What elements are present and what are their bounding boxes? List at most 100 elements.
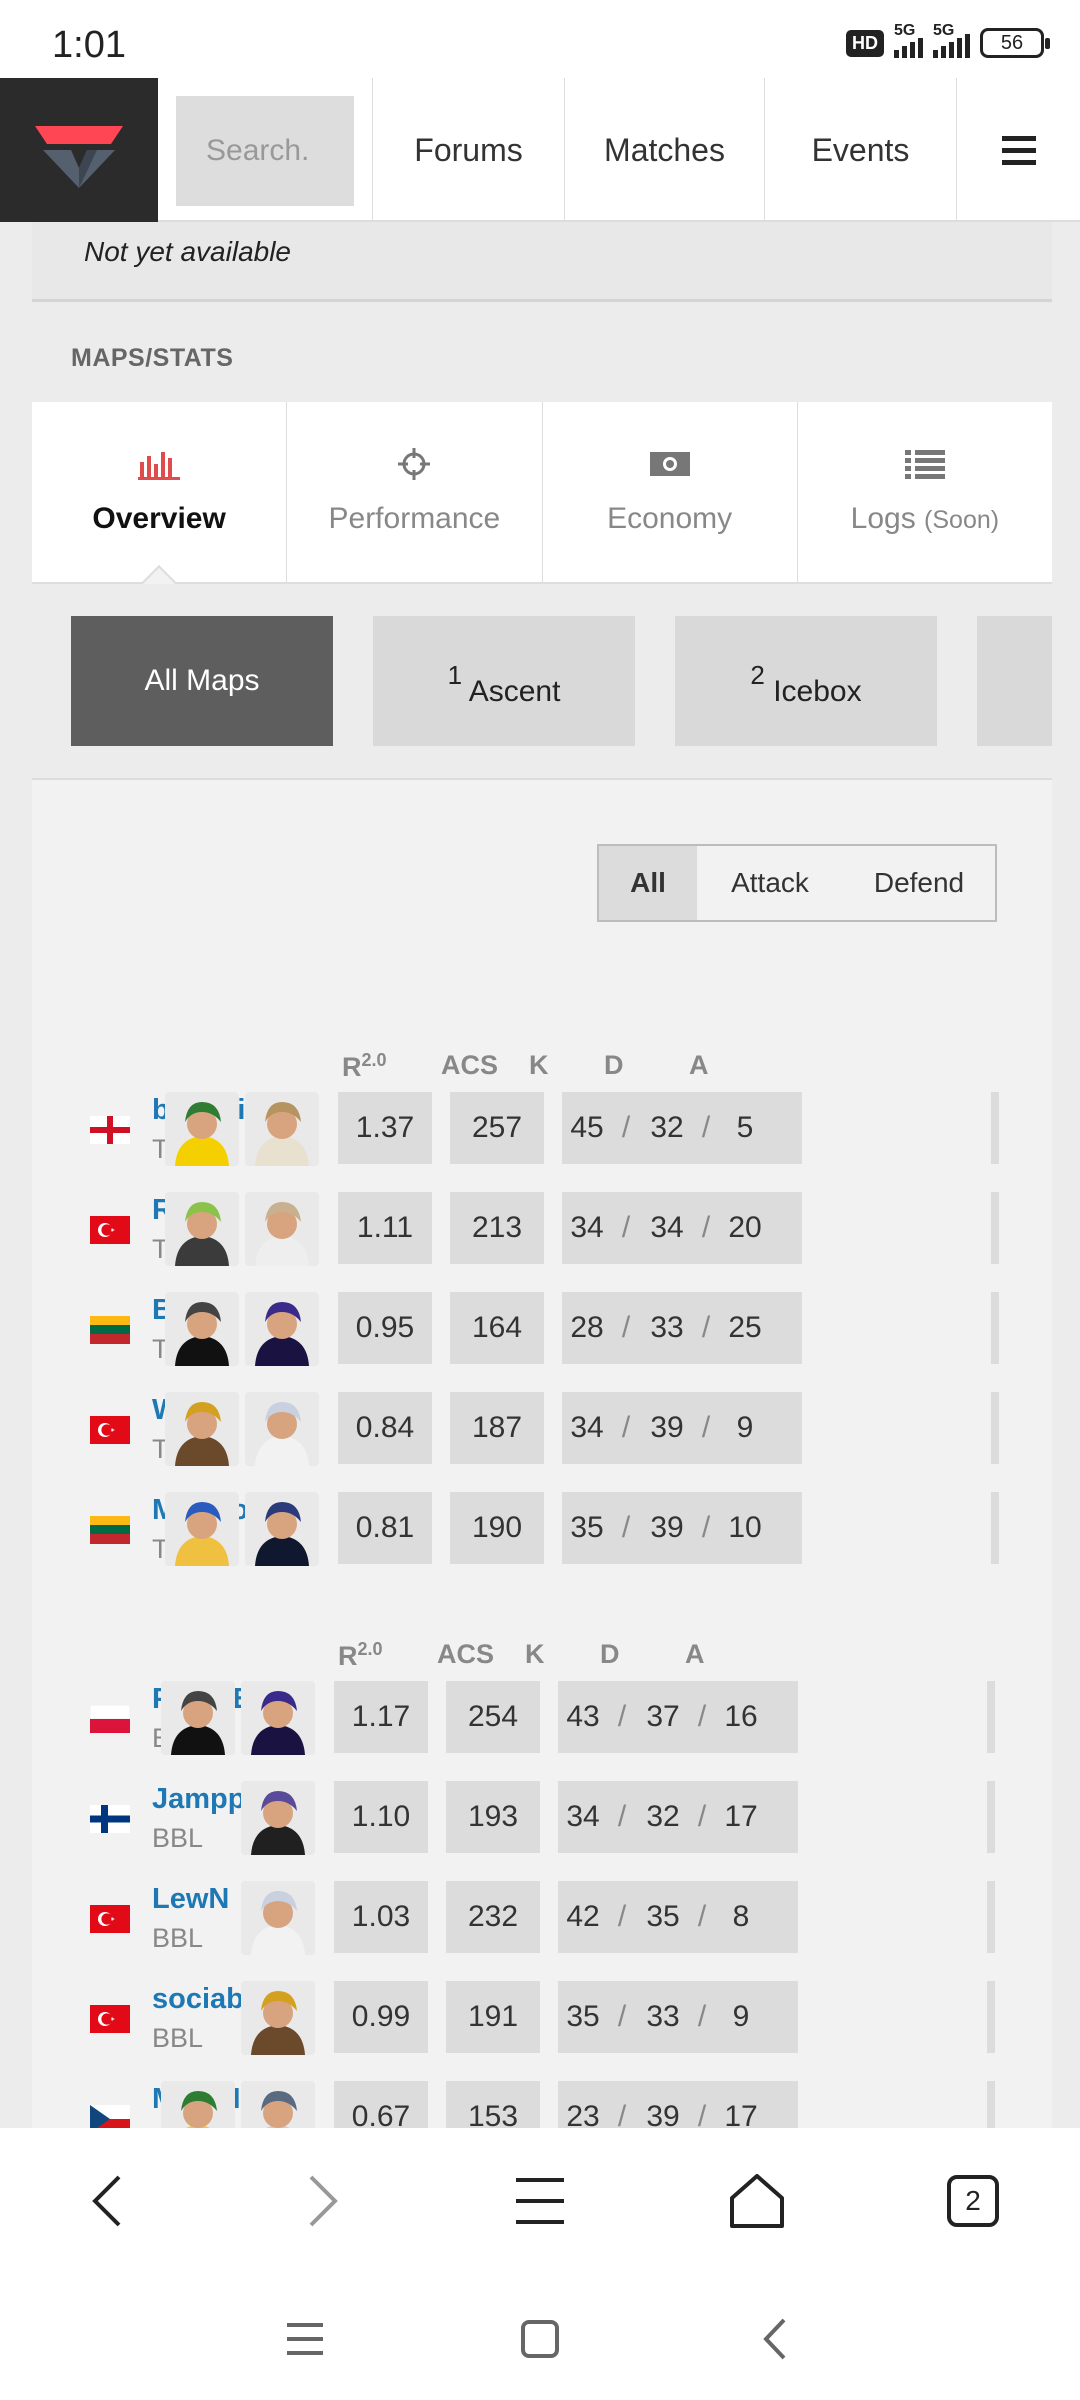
acs-cell: 193 (446, 1781, 540, 1853)
kills-value: 45 (570, 1111, 604, 1144)
tab-overview[interactable]: Overview (32, 402, 288, 582)
col-acs-text: ACS (437, 1639, 495, 1669)
row-overflow (991, 1092, 999, 1164)
tab-logs[interactable]: Logs (Soon) (798, 402, 1052, 582)
player-team: BBL (152, 1923, 204, 1953)
agent-phoenix-icon (241, 1981, 315, 2055)
flag-icon-turkey (90, 1905, 130, 1933)
browser-toolbar: 2 (0, 2128, 1080, 2278)
player-row: Wo0tTH0.8418734/39/9 (32, 1380, 1052, 1480)
tab-performance[interactable]: Performance (287, 402, 543, 582)
nav-forums[interactable]: Forums (372, 78, 564, 222)
tab-count: 2 (947, 2175, 999, 2227)
map-all[interactable]: All Maps (71, 616, 333, 746)
kda-cell: 34 / 34 / 20 (562, 1192, 802, 1264)
assists-value: 9 (732, 2000, 750, 2033)
kda-cell: 35 / 33 / 9 (558, 1981, 798, 2053)
kills-value: 34 (566, 1800, 600, 1833)
map-next[interactable] (977, 616, 1052, 746)
tab-economy[interactable]: Economy (543, 402, 798, 582)
signal-icon: 5G (894, 22, 923, 58)
stats-tabs: Overview Performance Economy Logs (Soon) (32, 402, 1052, 584)
menu-icon[interactable] (505, 2166, 575, 2236)
status-icons: HD 5G 5G 56 (846, 22, 1050, 58)
col-rating-text: R (338, 1641, 358, 1671)
map-icebox[interactable]: 2 Icebox (675, 616, 937, 746)
assists-value: 5 (736, 1111, 754, 1144)
flag-icon-poland (89, 1704, 131, 1733)
row-overflow (991, 1292, 999, 1364)
row-overflow (987, 1981, 995, 2053)
rating-cell: 0.99 (334, 1981, 428, 2053)
rating-cell: 0.95 (338, 1292, 432, 1364)
system-back-icon[interactable] (740, 2304, 810, 2374)
col-acs-text: ACS (441, 1050, 499, 1080)
forward-icon[interactable] (288, 2166, 358, 2236)
kills-value: 42 (566, 1900, 600, 1933)
home-button-icon[interactable] (505, 2304, 575, 2374)
row-overflow (991, 1392, 999, 1464)
back-icon[interactable] (72, 2166, 142, 2236)
kda-cell: 43 / 37 / 16 (558, 1681, 798, 1753)
clock: 1:01 (52, 24, 126, 66)
rating-cell: 0.81 (338, 1492, 432, 1564)
filter-all[interactable]: All (599, 846, 697, 920)
rating-cell: 0.84 (338, 1392, 432, 1464)
col-kills: K (529, 1050, 549, 1081)
agent-jett-icon (241, 1881, 315, 1955)
nav-matches[interactable]: Matches (564, 78, 764, 222)
kda-cell: 45 / 32 / 5 (562, 1092, 802, 1164)
crosshair-icon (287, 444, 541, 484)
rating-cell: 1.10 (334, 1781, 428, 1853)
agent-reyna-icon (165, 1292, 239, 1366)
kda-cell: 34 / 39 / 9 (562, 1392, 802, 1464)
search-input[interactable]: Search. (176, 96, 354, 206)
col-acs: ACS (441, 1050, 498, 1081)
col-kills: K (525, 1639, 545, 1670)
site-logo[interactable] (0, 78, 158, 222)
hd-voice-icon: HD (846, 29, 884, 57)
recent-apps-icon[interactable] (270, 2304, 340, 2374)
slash: / (701, 1511, 711, 1544)
acs-cell: 257 (450, 1092, 544, 1164)
filter-attack[interactable]: Attack (697, 846, 843, 920)
battery-icon: 56 (980, 28, 1050, 58)
agent-kayo-icon (241, 1781, 315, 1855)
deaths-value: 37 (646, 1700, 680, 1733)
kills-value: 34 (570, 1411, 604, 1444)
rating-cell: 1.17 (334, 1681, 428, 1753)
map-ascent[interactable]: 1 Ascent (373, 616, 635, 746)
kills-value: 34 (570, 1211, 604, 1244)
col-rating: R2.0 (338, 1639, 383, 1672)
slash: / (701, 1111, 711, 1144)
deaths-value: 33 (650, 1311, 684, 1344)
flag-icon-turkey (90, 2005, 130, 2033)
player-row: benjyfishyTH1.3725745/32/5 (32, 1080, 1052, 1180)
deaths-value: 39 (650, 1411, 684, 1444)
menu-icon[interactable] (956, 78, 1080, 222)
kills-value: 28 (570, 1311, 604, 1344)
row-overflow (987, 1881, 995, 1953)
col-deaths: D (600, 1639, 620, 1670)
agent-jett-icon (245, 1392, 319, 1466)
col-kills-text: K (525, 1639, 545, 1669)
flag-icon-finland (90, 1805, 130, 1833)
assists-value: 8 (732, 1900, 750, 1933)
acs-cell: 191 (446, 1981, 540, 2053)
player-name[interactable]: Jamppi (152, 1783, 254, 1816)
player-name[interactable]: LewN (152, 1883, 229, 1916)
flag-icon-turkey (90, 1216, 130, 1244)
col-deaths: D (604, 1050, 624, 1081)
money-icon (543, 444, 797, 484)
kda-cell: 28 / 33 / 25 (562, 1292, 802, 1364)
filter-defend[interactable]: Defend (843, 846, 995, 920)
row-overflow (987, 1681, 995, 1753)
nav-events[interactable]: Events (764, 78, 956, 222)
tabs-icon[interactable]: 2 (938, 2166, 1008, 2236)
slash: / (697, 1700, 707, 1733)
col-deaths-text: D (604, 1050, 624, 1080)
slash: / (621, 1211, 631, 1244)
agent-reyna-icon (161, 1681, 235, 1755)
player-row: LewN BBL 1.03 232 42 / 35 / 8 (32, 1869, 1052, 1969)
home-icon[interactable] (722, 2166, 792, 2236)
